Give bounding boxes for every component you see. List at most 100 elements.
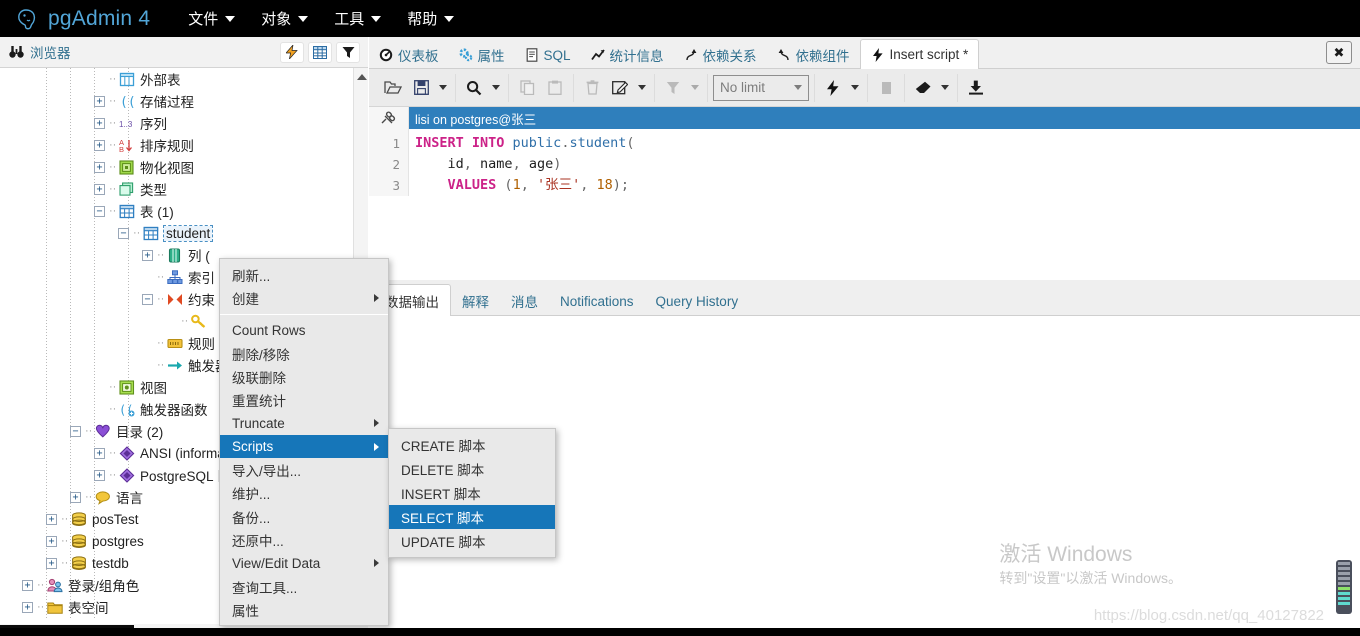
ctx-query-tool[interactable]: 查询工具... [220, 575, 388, 598]
query-tool-toolbar: No limit [369, 69, 1360, 107]
ctx-import-export[interactable]: 导入/导出... [220, 458, 388, 481]
submenu-arrow-icon [374, 419, 379, 428]
menu-help[interactable]: 帮助 [397, 6, 464, 31]
save-dropdown-caret-icon[interactable] [436, 75, 450, 101]
edit-icon[interactable] [607, 75, 633, 101]
tab-notifications[interactable]: Notifications [549, 287, 645, 315]
tab-insert-script[interactable]: Insert script * [859, 39, 980, 69]
tab-dashboard[interactable]: 仪表板 [369, 42, 449, 68]
ctx-backup[interactable]: 备份... [220, 505, 388, 528]
expand-icon[interactable]: + [22, 579, 33, 591]
find-dropdown-caret-icon[interactable] [489, 75, 503, 101]
lightning-icon[interactable] [820, 75, 846, 101]
menu-tools-label: 工具 [334, 11, 365, 28]
expand-icon[interactable]: + [94, 139, 105, 151]
expand-icon[interactable]: + [94, 469, 105, 481]
tree-connector: ·· [109, 73, 117, 85]
eraser-icon[interactable] [910, 75, 936, 101]
ctx-truncate[interactable]: Truncate [220, 412, 388, 435]
tree-node-procedures[interactable]: + ··(()) 存储过程 [0, 90, 353, 112]
submenu-delete-script[interactable]: DELETE 脚本 [389, 457, 555, 481]
scripts-submenu[interactable]: CREATE 脚本 DELETE 脚本 INSERT 脚本 SELECT 脚本 UPDA… [388, 428, 556, 558]
tab-sql[interactable]: SQL [515, 42, 581, 68]
submenu-select-script[interactable]: SELECT 脚本 [389, 505, 555, 529]
close-tab-button[interactable]: ✖ [1326, 41, 1352, 64]
tree-node-matviews[interactable]: + ·· 物化视图 [0, 156, 353, 178]
tree-connector: ·· [85, 425, 93, 437]
toolbar-group-execute [815, 73, 868, 102]
expand-icon[interactable]: + [94, 161, 105, 173]
expand-icon[interactable]: + [46, 557, 57, 569]
ctx-refresh[interactable]: 刷新... [220, 263, 388, 286]
scroll-up-arrow-icon[interactable] [357, 74, 367, 80]
clear-dropdown-caret-icon[interactable] [938, 75, 952, 101]
submenu-update-script[interactable]: UPDATE 脚本 [389, 529, 555, 553]
tab-explain[interactable]: 解释 [451, 287, 500, 315]
tree-node-label: 索引 [188, 271, 215, 286]
download-icon[interactable] [963, 75, 989, 101]
tab-messages[interactable]: 消息 [500, 287, 549, 315]
code-line: id, name, age) [415, 154, 1360, 175]
tab-statistics[interactable]: 统计信息 [581, 42, 674, 68]
collapse-icon[interactable]: − [118, 227, 129, 239]
tab-dependencies[interactable]: 依赖关系 [674, 42, 767, 68]
dashboard-icon [379, 48, 393, 62]
menu-list: 文件 对象 工具 帮助 [178, 6, 470, 31]
ctx-drop[interactable]: 删除/移除 [220, 342, 388, 365]
expand-icon[interactable]: + [142, 249, 153, 261]
tab-properties[interactable]: 属性 [449, 42, 515, 68]
ctx-create[interactable]: 创建 [220, 286, 388, 309]
code-token: VALUES [447, 177, 505, 193]
tree-node-types[interactable]: + ·· 类型 [0, 178, 353, 200]
table-context-menu[interactable]: 刷新... 创建 Count Rows 删除/移除 级联删除 重置统计 Truncate Sc… [219, 258, 389, 627]
ctx-count-rows[interactable]: Count Rows [220, 319, 388, 342]
expand-icon[interactable]: + [94, 447, 105, 459]
menu-separator [220, 313, 388, 315]
tree-node-table-student[interactable]: − ·· student [0, 222, 353, 244]
collapse-icon[interactable]: − [142, 293, 153, 305]
tab-dependents[interactable]: 依赖组件 [767, 42, 860, 68]
collapse-icon[interactable]: − [70, 425, 81, 437]
query-tool-button[interactable] [280, 41, 304, 63]
row-limit-select[interactable]: No limit [713, 74, 809, 101]
menu-file[interactable]: 文件 [178, 6, 245, 31]
collapse-icon[interactable]: − [94, 205, 105, 217]
ctx-reset-statistics[interactable]: 重置统计 [220, 388, 388, 411]
ctx-maintenance[interactable]: 维护... [220, 482, 388, 505]
ctx-scripts[interactable]: Scripts [220, 435, 388, 459]
tree-node-collations[interactable]: + ·· A B 排序规则 [0, 134, 353, 156]
dependencies-icon [684, 48, 698, 62]
code-token: '张三' [536, 177, 581, 193]
menu-object[interactable]: 对象 [251, 6, 318, 31]
expand-icon[interactable]: + [94, 117, 105, 129]
sql-code[interactable]: INSERT INTO public.student( id, name, ag… [409, 129, 1360, 196]
ctx-view-edit-data[interactable]: View/Edit Data [220, 552, 388, 575]
ctx-drop-cascade[interactable]: 级联删除 [220, 365, 388, 388]
open-folder-icon[interactable] [380, 75, 406, 101]
menu-item-label: 还原中... [232, 533, 284, 549]
toolbar-group-stop [868, 73, 905, 102]
expand-icon[interactable]: + [46, 513, 57, 525]
edit-dropdown-caret-icon[interactable] [635, 75, 649, 101]
expand-icon[interactable]: + [94, 183, 105, 195]
menu-tools[interactable]: 工具 [324, 6, 391, 31]
execute-dropdown-caret-icon[interactable] [848, 75, 862, 101]
tab-query-history[interactable]: Query History [645, 287, 750, 315]
expand-icon[interactable]: + [70, 491, 81, 503]
ctx-restore[interactable]: 还原中... [220, 528, 388, 551]
expand-icon[interactable]: + [94, 95, 105, 107]
filter-button[interactable] [336, 41, 360, 63]
save-icon[interactable] [408, 75, 434, 101]
view-data-button[interactable] [308, 41, 332, 63]
code-line: INSERT INTO public.student( [415, 133, 1360, 154]
tree-node-foreign-tables[interactable]: ·· 外部表 [0, 68, 353, 90]
submenu-insert-script[interactable]: INSERT 脚本 [389, 481, 555, 505]
sql-editor[interactable]: lisi on postgres@张三 1 2 3 INSERT INTO publ… [369, 107, 1360, 280]
search-icon[interactable] [461, 75, 487, 101]
tree-node-sequences[interactable]: + ·· 1..3 序列 [0, 112, 353, 134]
submenu-create-script[interactable]: CREATE 脚本 [389, 433, 555, 457]
ctx-properties[interactable]: 属性 [220, 598, 388, 621]
expand-icon[interactable]: + [22, 601, 33, 613]
expand-icon[interactable]: + [46, 535, 57, 547]
tree-node-tables[interactable]: − ·· 表 (1) [0, 200, 353, 222]
